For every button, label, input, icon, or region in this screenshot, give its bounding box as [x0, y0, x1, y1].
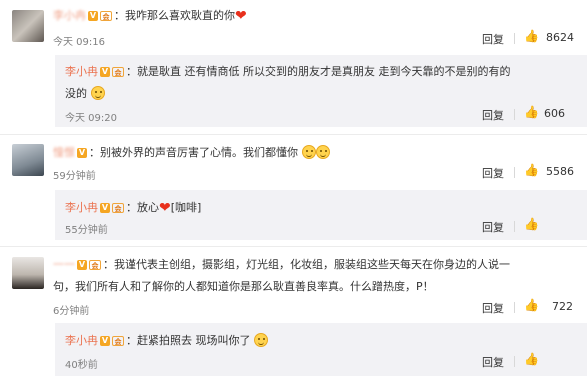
- verified-icon: V: [77, 260, 87, 270]
- thumbs-up-icon: 👍: [524, 298, 539, 312]
- comment-text: ：我咋那么喜欢耿直的你: [114, 9, 235, 22]
- verified-icon: V: [100, 67, 110, 77]
- member-icon: 会: [112, 203, 124, 213]
- comment-text: ：我谨代表主创组，摄影组，灯光组，化妆组，服装组这些天每天在你身边的人说一: [103, 258, 510, 271]
- comment-text: ：别被外界的声音厉害了心情。我们都懂你: [89, 146, 298, 159]
- thumbs-up-icon: 👍: [524, 29, 539, 43]
- member-icon: 会: [89, 260, 101, 270]
- kiss-emoji-icon: [254, 333, 268, 347]
- like-button[interactable]: 👍: [524, 29, 539, 43]
- thumbs-up-icon: 👍: [524, 217, 539, 231]
- like-count: 606: [544, 107, 565, 120]
- avatar[interactable]: [12, 144, 44, 176]
- comment-time: 6分钟前: [53, 306, 90, 317]
- comment-username[interactable]: 一一: [53, 258, 75, 271]
- avatar[interactable]: [12, 10, 44, 42]
- reply-button[interactable]: 回复: [482, 219, 504, 235]
- like-button[interactable]: 👍: [524, 105, 539, 119]
- verified-icon: V: [100, 203, 110, 213]
- reply-time: 40秒前: [65, 360, 98, 371]
- member-icon: 会: [112, 336, 124, 346]
- divider: [514, 356, 515, 367]
- member-icon: 会: [112, 67, 124, 77]
- reply-box: 李小冉 V 会：放心❤[咖啡] 55分钟前 回复 👍: [55, 190, 587, 240]
- divider: [514, 167, 515, 178]
- heart-emoji-icon: ❤: [159, 200, 171, 216]
- avatar[interactable]: [12, 257, 44, 289]
- reply-username[interactable]: 李小冉: [65, 201, 98, 214]
- thumbs-up-icon: 👍: [524, 163, 539, 177]
- comment-divider: [0, 246, 587, 247]
- comment-username[interactable]: 李小冉: [53, 9, 86, 22]
- comment-time: 59分钟前: [53, 171, 96, 182]
- reply-text: ：放心: [126, 201, 159, 214]
- like-button[interactable]: 👍: [524, 352, 539, 366]
- reply-text: ：赶紧拍照去 现场叫你了: [126, 334, 251, 347]
- verified-icon: V: [77, 148, 87, 158]
- smile-emoji-icon: [315, 145, 330, 159]
- reply-text: ：就是耿直 还有情商低 所以交到的朋友才是真朋友 走到今天靠的不是别的有的: [126, 65, 511, 78]
- reply-button[interactable]: 回复: [482, 354, 504, 370]
- divider: [514, 109, 515, 120]
- comment-username[interactable]: 憧憬: [53, 146, 75, 159]
- smile-emoji-icon: [90, 86, 105, 100]
- reply-text-emoji: [咖啡]: [170, 201, 202, 214]
- like-count: 8624: [546, 31, 574, 44]
- smile-emoji-icon: [301, 145, 316, 159]
- like-button[interactable]: 👍: [524, 217, 539, 231]
- divider: [514, 33, 515, 44]
- heart-emoji-icon: ❤: [235, 8, 247, 24]
- reply-button[interactable]: 回复: [482, 300, 504, 316]
- member-icon: 会: [100, 11, 112, 21]
- like-button[interactable]: 👍: [524, 163, 539, 177]
- reply-box: 李小冉 V 会：就是耿直 还有情商低 所以交到的朋友才是真朋友 走到今天靠的不是别的…: [55, 55, 587, 127]
- like-button[interactable]: 👍: [524, 298, 539, 312]
- thumbs-up-icon: 👍: [524, 105, 539, 119]
- reply-button[interactable]: 回复: [482, 107, 504, 123]
- comment-divider: [0, 134, 587, 135]
- comment-text-continued: 句，我们所有人和了解你的人都知道你是那么耿直善良率真。什么蹭热度，P！: [53, 280, 434, 293]
- comment-time: 今天 09:16: [53, 37, 105, 48]
- reply-username[interactable]: 李小冉: [65, 334, 98, 347]
- divider: [514, 221, 515, 232]
- thumbs-up-icon: 👍: [524, 352, 539, 366]
- reply-time: 今天 09:20: [65, 113, 117, 124]
- reply-button[interactable]: 回复: [482, 165, 504, 181]
- verified-icon: V: [100, 336, 110, 346]
- reply-box: 李小冉 V 会：赶紧拍照去 现场叫你了 40秒前 回复 👍: [55, 323, 587, 376]
- like-count: 5586: [546, 165, 574, 178]
- reply-text-continued: 没的: [65, 87, 87, 100]
- reply-button[interactable]: 回复: [482, 31, 504, 47]
- like-count: 722: [552, 300, 573, 313]
- reply-username[interactable]: 李小冉: [65, 65, 98, 78]
- verified-icon: V: [88, 11, 98, 21]
- divider: [514, 302, 515, 313]
- reply-time: 55分钟前: [65, 225, 108, 236]
